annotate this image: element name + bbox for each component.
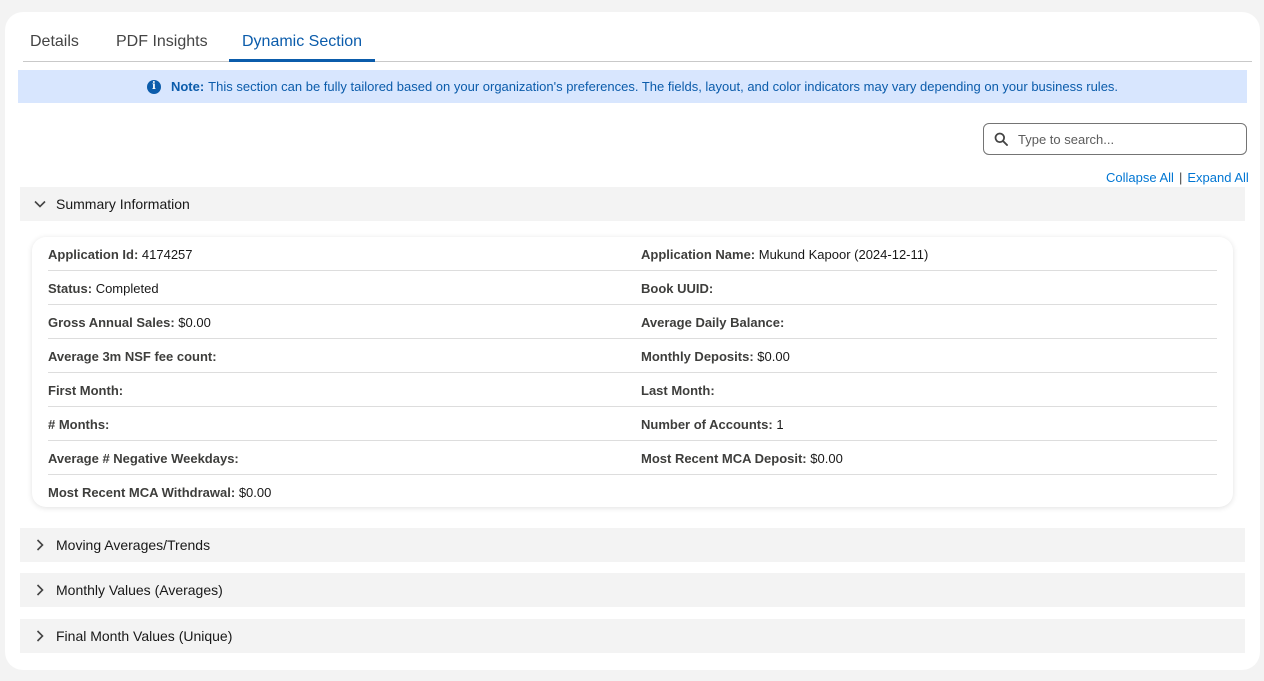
tab-dynamic-section[interactable]: Dynamic Section (229, 32, 376, 62)
tab-bar: Details PDF Insights Dynamic Section (23, 12, 1252, 62)
chevron-down-icon (32, 196, 48, 212)
tab-pdf-insights[interactable]: PDF Insights (116, 32, 208, 62)
field-most-recent-mca-withdrawal: Most Recent MCA Withdrawal: $0.00 (48, 485, 272, 500)
section-header-final-month-values-unique[interactable]: Final Month Values (Unique) (20, 619, 1245, 653)
field-months: # Months: (48, 417, 110, 432)
field-most-recent-mca-deposit: Most Recent MCA Deposit: $0.00 (641, 451, 843, 466)
field-average-negative-weekdays: Average # Negative Weekdays: (48, 451, 239, 466)
chevron-right-icon (32, 628, 48, 644)
summary-row: Gross Annual Sales: $0.00 Average Daily … (48, 305, 1217, 339)
summary-row: Application Id: 4174257 Application Name… (48, 237, 1217, 271)
section-header-summary-information[interactable]: Summary Information (20, 187, 1245, 221)
field-application-name: Application Name: Mukund Kapoor (2024-12… (641, 247, 929, 262)
dynamic-section-card: Details PDF Insights Dynamic Section i N… (5, 12, 1260, 670)
summary-row: Most Recent MCA Withdrawal: $0.00 (48, 475, 1217, 509)
note-text: This section can be fully tailored based… (208, 79, 1119, 94)
field-number-of-accounts: Number of Accounts: 1 (641, 417, 784, 432)
field-first-month: First Month: (48, 383, 124, 398)
note-banner: i Note: This section can be fully tailor… (18, 70, 1247, 103)
section-title: Monthly Values (Averages) (56, 582, 223, 598)
chevron-right-icon (32, 537, 48, 553)
summary-row: # Months: Number of Accounts: 1 (48, 407, 1217, 441)
section-title: Summary Information (56, 196, 190, 212)
chevron-right-icon (32, 582, 48, 598)
summary-row: Status: Completed Book UUID: (48, 271, 1217, 305)
section-header-moving-averages-trends[interactable]: Moving Averages/Trends (20, 528, 1245, 562)
field-average-3m-nsf-fee-count: Average 3m NSF fee count: (48, 349, 217, 364)
note-prefix: Note: (170, 79, 205, 94)
field-average-daily-balance: Average Daily Balance: (641, 315, 785, 330)
field-book-uuid: Book UUID: (641, 281, 714, 296)
links-separator: | (1178, 170, 1183, 185)
collapse-all-link[interactable]: Collapse All (1106, 170, 1174, 185)
field-status: Status: Completed (48, 281, 159, 296)
collapse-expand-links: Collapse All | Expand All (1106, 170, 1249, 185)
summary-row: Average 3m NSF fee count: Monthly Deposi… (48, 339, 1217, 373)
field-monthly-deposits: Monthly Deposits: $0.00 (641, 349, 790, 364)
field-application-id: Application Id: 4174257 (48, 247, 193, 262)
summary-row: First Month: Last Month: (48, 373, 1217, 407)
search-input[interactable] (1018, 131, 1238, 147)
summary-information-panel: Application Id: 4174257 Application Name… (32, 237, 1233, 507)
search-icon (994, 132, 1008, 146)
info-icon: i (146, 79, 161, 94)
section-header-monthly-values-averages[interactable]: Monthly Values (Averages) (20, 573, 1245, 607)
expand-all-link[interactable]: Expand All (1187, 170, 1248, 185)
field-last-month: Last Month: (641, 383, 715, 398)
tab-details[interactable]: Details (30, 32, 79, 62)
search-box (983, 123, 1247, 155)
field-gross-annual-sales: Gross Annual Sales: $0.00 (48, 315, 211, 330)
section-title: Moving Averages/Trends (56, 537, 211, 553)
section-title: Final Month Values (Unique) (56, 628, 233, 644)
summary-row: Average # Negative Weekdays: Most Recent… (48, 441, 1217, 475)
